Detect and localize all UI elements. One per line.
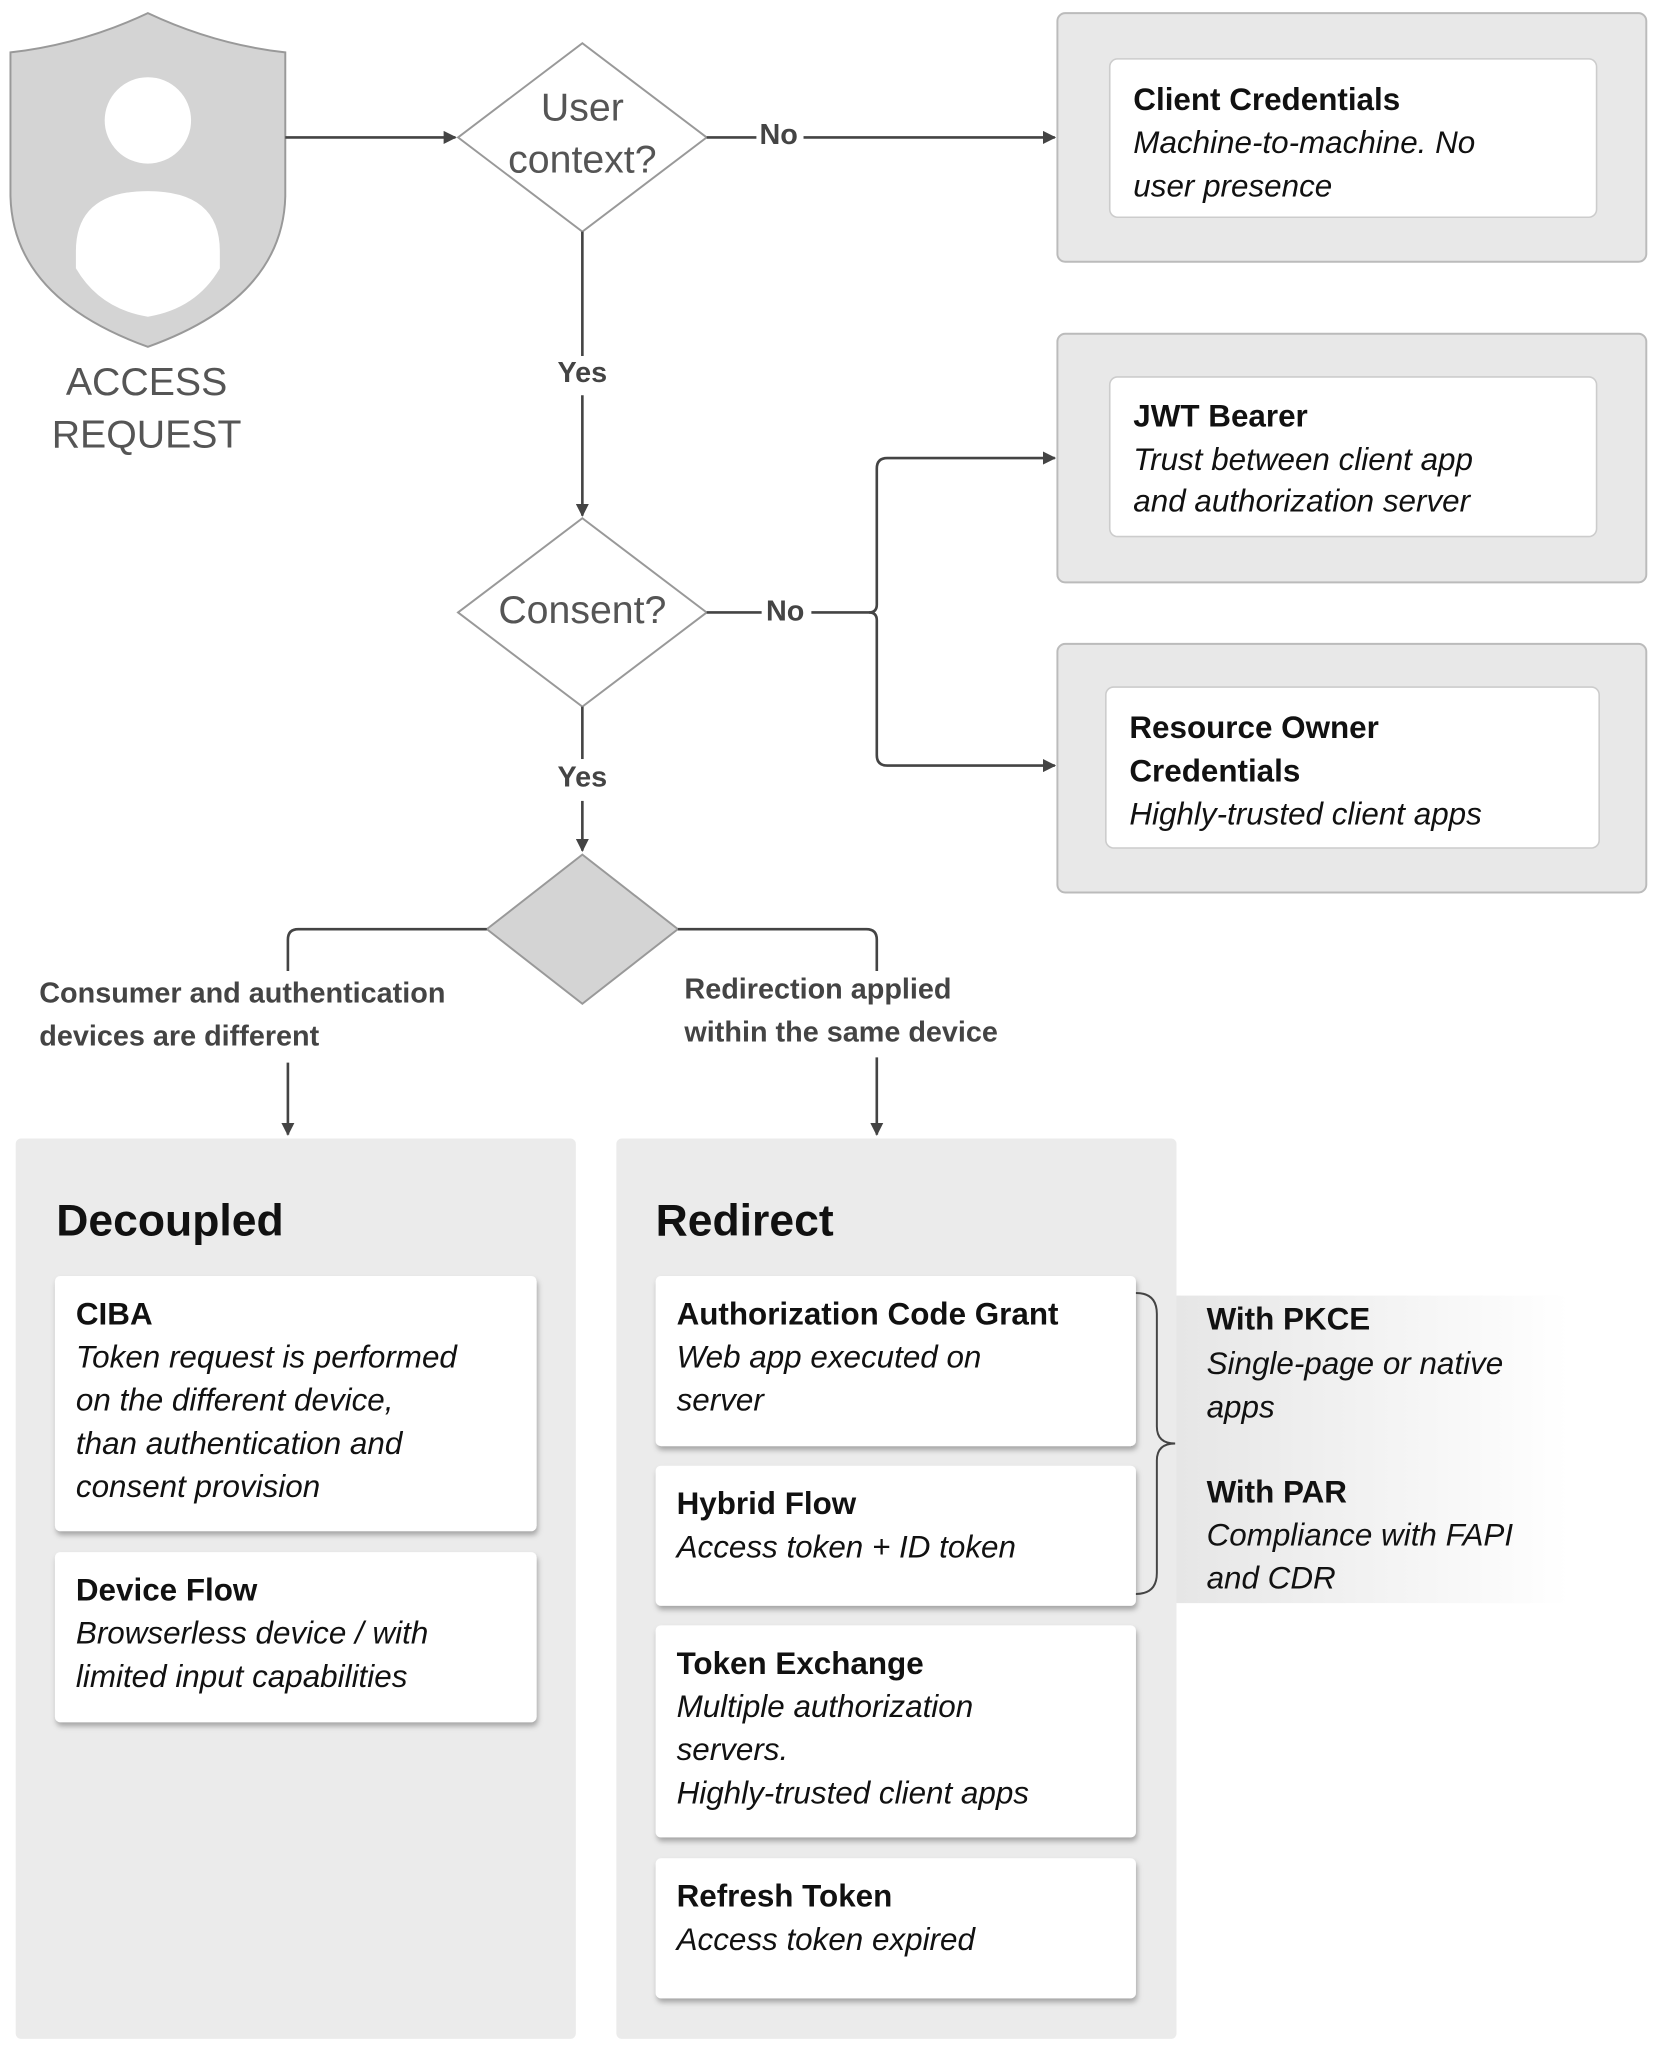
card-desc: than authentication and: [76, 1426, 404, 1461]
connector-decoupled: [286, 927, 487, 972]
oauth-flow-diagram: ACCESS REQUEST User context? No Yes Clie…: [9, 12, 1648, 2039]
extension-desc: apps: [1207, 1389, 1275, 1424]
card-desc: Web app executed on: [677, 1340, 982, 1375]
branch-label-left: Consumer and authentication: [39, 977, 445, 1009]
extensions-background: [1176, 1295, 1570, 1604]
card-title: Hybrid Flow: [677, 1486, 857, 1521]
shield-user-icon: [9, 12, 287, 348]
redirect-panel: Redirect Authorization Code Grant Web ap…: [616, 1138, 1177, 2039]
refresh-token-card: Refresh Token Access token expired: [655, 1858, 1136, 1999]
card-title: Authorization Code Grant: [677, 1296, 1059, 1331]
branch-label-right: within the same device: [683, 1017, 998, 1049]
card-desc: servers.: [677, 1732, 789, 1767]
hybrid-flow-card: Hybrid Flow Access token + ID token: [655, 1465, 1136, 1606]
extension-desc: Compliance with FAPI: [1207, 1518, 1514, 1553]
card-title: CIBA: [76, 1296, 153, 1331]
start-label-line1: ACCESS: [66, 360, 227, 404]
connector-no-jwt: [706, 451, 1057, 614]
connector-no-resource-owner: [868, 611, 1057, 773]
edge-label-no: No: [759, 119, 797, 151]
ciba-card: CIBA Token request is performed on the d…: [54, 1275, 537, 1532]
card-desc: Highly-trusted client apps: [677, 1775, 1030, 1810]
card-desc: Browserless device / with: [76, 1616, 428, 1651]
card-title: Resource Owner: [1129, 710, 1378, 745]
decision-device: [485, 853, 680, 1005]
edge-label-no: No: [766, 595, 804, 627]
access-request-start: ACCESS REQUEST: [9, 12, 287, 457]
card-desc: Access token expired: [675, 1922, 977, 1957]
card-title: Client Credentials: [1133, 82, 1400, 117]
client-credentials-group: Client Credentials Machine-to-machine. N…: [1056, 12, 1648, 263]
resource-owner-group: Resource Owner Credentials Highly-truste…: [1056, 642, 1648, 894]
jwt-bearer-group: JWT Bearer Trust between client app and …: [1056, 332, 1648, 584]
card-desc: server: [677, 1383, 766, 1418]
card-title: Credentials: [1129, 753, 1300, 788]
start-label-line2: REQUEST: [52, 413, 242, 457]
decision-consent: Consent?: [456, 517, 709, 708]
card-title: Refresh Token: [677, 1879, 893, 1914]
card-desc: limited input capabilities: [76, 1659, 408, 1694]
decision-label: Consent?: [498, 588, 666, 632]
authorization-code-card: Authorization Code Grant Web app execute…: [655, 1275, 1136, 1447]
edge-label-yes: Yes: [558, 762, 608, 794]
extension-desc: and CDR: [1207, 1561, 1336, 1596]
decision-label: context?: [508, 138, 656, 182]
card-desc: on the different device,: [76, 1383, 394, 1418]
card-desc: user presence: [1133, 168, 1332, 203]
device-flow-card: Device Flow Browserless device / with li…: [54, 1552, 537, 1723]
branch-label-right: Redirection applied: [684, 974, 951, 1006]
card-title: JWT Bearer: [1133, 399, 1307, 434]
card-title: Device Flow: [76, 1573, 258, 1608]
extension-title: With PKCE: [1207, 1302, 1371, 1337]
card-desc: Highly-trusted client apps: [1129, 796, 1482, 831]
card-desc: Access token + ID token: [675, 1529, 1016, 1564]
card-desc: Trust between client app: [1133, 442, 1473, 477]
card-desc: Multiple authorization: [677, 1689, 974, 1724]
panel-title: Redirect: [656, 1196, 834, 1245]
card-desc: Machine-to-machine. No: [1133, 125, 1475, 160]
extension-title: With PAR: [1207, 1474, 1348, 1509]
token-exchange-card: Token Exchange Multiple authorization se…: [655, 1625, 1136, 1838]
connector-redirect: [677, 927, 879, 972]
card-desc: and authorization server: [1133, 484, 1471, 519]
extension-desc: Single-page or native: [1207, 1346, 1504, 1381]
card-desc: Token request is performed: [76, 1340, 459, 1375]
card-title: Token Exchange: [677, 1646, 924, 1681]
decision-label: User: [541, 85, 624, 129]
panel-title: Decoupled: [56, 1196, 283, 1245]
card-desc: consent provision: [76, 1469, 320, 1504]
branch-label-left: devices are different: [39, 1021, 319, 1053]
edge-label-yes: Yes: [558, 357, 608, 389]
decision-user-context: User context?: [456, 41, 709, 233]
decoupled-panel: Decoupled CIBA Token request is performe…: [15, 1138, 576, 2039]
